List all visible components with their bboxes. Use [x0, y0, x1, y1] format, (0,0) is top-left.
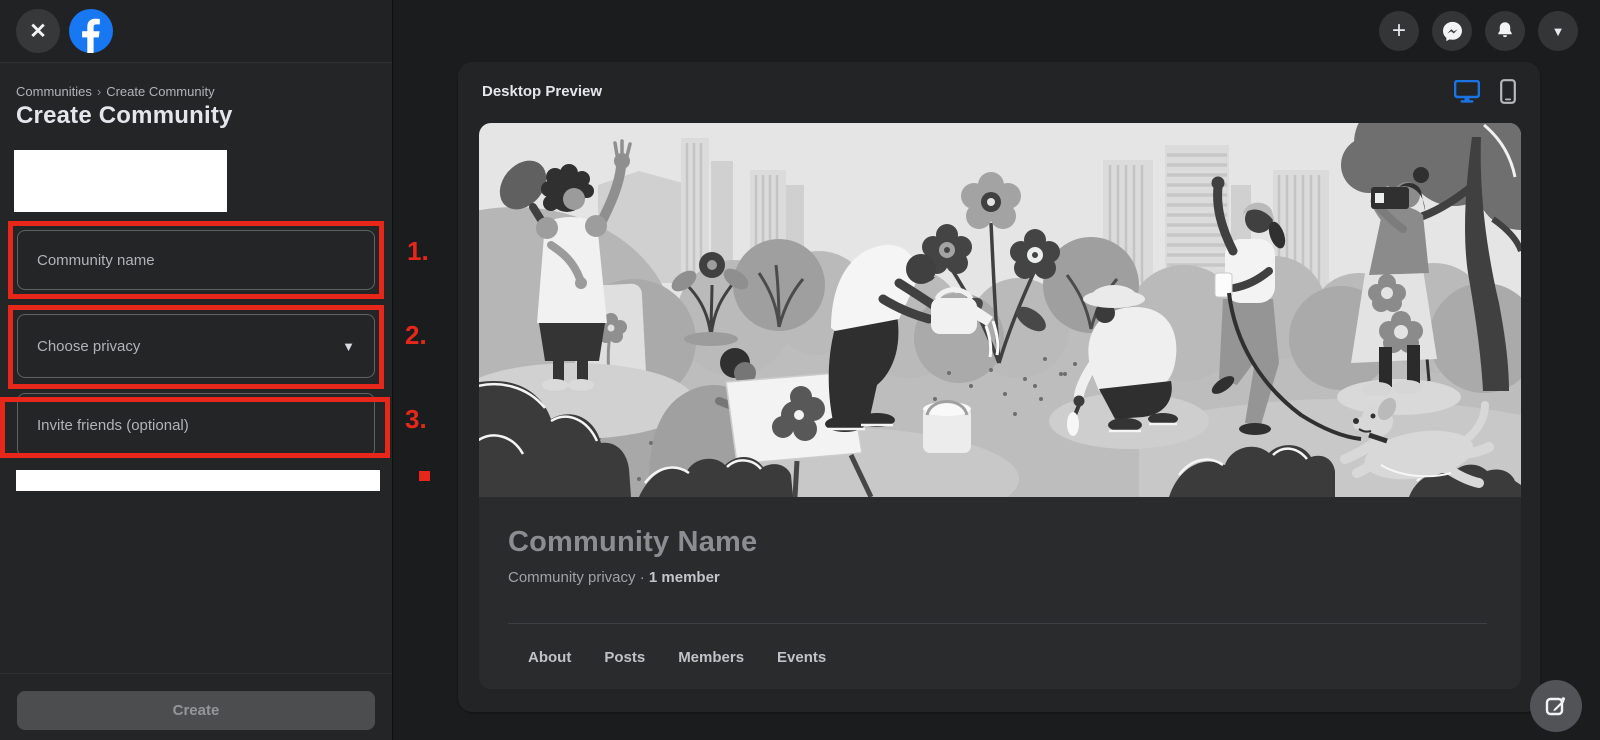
tab-members[interactable]: Members [678, 649, 744, 666]
facebook-logo-icon [69, 9, 113, 53]
mobile-toggle[interactable] [1500, 79, 1516, 104]
account-menu-button[interactable]: ▼ [1538, 11, 1578, 51]
annotation-step-2: 2. [405, 320, 427, 351]
privacy-placeholder: Choose privacy [37, 338, 140, 355]
breadcrumb-current: Create Community [106, 84, 214, 99]
caret-down-icon: ▼ [1552, 24, 1565, 39]
preview-tabs: About Posts Members Events [528, 649, 1487, 666]
redacted-bar [16, 470, 380, 491]
invite-friends-input[interactable]: Invite friends (optional) [17, 393, 375, 457]
preview-info: Community Name Community privacy · 1 mem… [479, 497, 1521, 666]
community-name-placeholder: Community name [37, 252, 155, 269]
invite-friends-placeholder: Invite friends (optional) [37, 417, 189, 434]
tab-about[interactable]: About [528, 649, 571, 666]
meta-separator: · [640, 569, 645, 586]
device-toggles [1454, 79, 1516, 104]
messenger-button[interactable] [1432, 11, 1472, 51]
plus-icon: + [1392, 17, 1406, 45]
close-button[interactable]: ✕ [16, 9, 60, 53]
sidebar-footer-divider [0, 673, 392, 674]
annotation-step-3: 3. [405, 404, 427, 435]
preview-meta: Community privacy · 1 member [508, 569, 1487, 586]
community-name-input[interactable]: Community name [17, 230, 375, 290]
preview-divider [508, 623, 1487, 624]
preview-privacy-label: Community privacy [508, 569, 636, 586]
annotation-dot [419, 471, 430, 481]
create-menu-button[interactable]: + [1379, 11, 1419, 51]
bell-icon [1494, 20, 1516, 42]
preview-title: Desktop Preview [482, 83, 602, 100]
create-community-page: ✕ Communities › Create Community Create Co… [0, 0, 1600, 740]
preview-community-name: Community Name [508, 526, 1487, 559]
compose-button[interactable] [1530, 680, 1582, 732]
redacted-profile-block [14, 150, 227, 212]
mobile-icon [1500, 79, 1516, 104]
messenger-icon [1441, 20, 1464, 43]
annotation-step-1: 1. [407, 236, 429, 267]
chevron-down-icon: ▼ [342, 339, 355, 354]
breadcrumb: Communities › Create Community [16, 84, 215, 99]
notifications-button[interactable] [1485, 11, 1525, 51]
breadcrumb-link-communities[interactable]: Communities [16, 84, 92, 99]
desktop-toggle[interactable] [1454, 80, 1480, 103]
compose-icon [1544, 694, 1568, 718]
page-title: Create Community [16, 102, 233, 130]
preview-card-header: Desktop Preview [458, 62, 1540, 121]
tab-posts[interactable]: Posts [604, 649, 645, 666]
preview-member-count: 1 member [649, 569, 720, 586]
create-button[interactable]: Create [17, 691, 375, 730]
community-preview-panel: Community Name Community privacy · 1 mem… [479, 123, 1521, 689]
desktop-icon [1454, 80, 1480, 103]
breadcrumb-separator: › [97, 84, 101, 99]
tab-events[interactable]: Events [777, 649, 826, 666]
privacy-select[interactable]: Choose privacy ▼ [17, 314, 375, 378]
create-community-sidebar: ✕ Communities › Create Community Create Co… [0, 0, 392, 740]
close-icon: ✕ [29, 19, 47, 44]
facebook-logo[interactable] [69, 9, 113, 53]
community-cover-illustration [479, 123, 1521, 497]
desktop-preview-card: Desktop Preview [458, 62, 1540, 712]
sidebar-header: ✕ [0, 0, 392, 63]
